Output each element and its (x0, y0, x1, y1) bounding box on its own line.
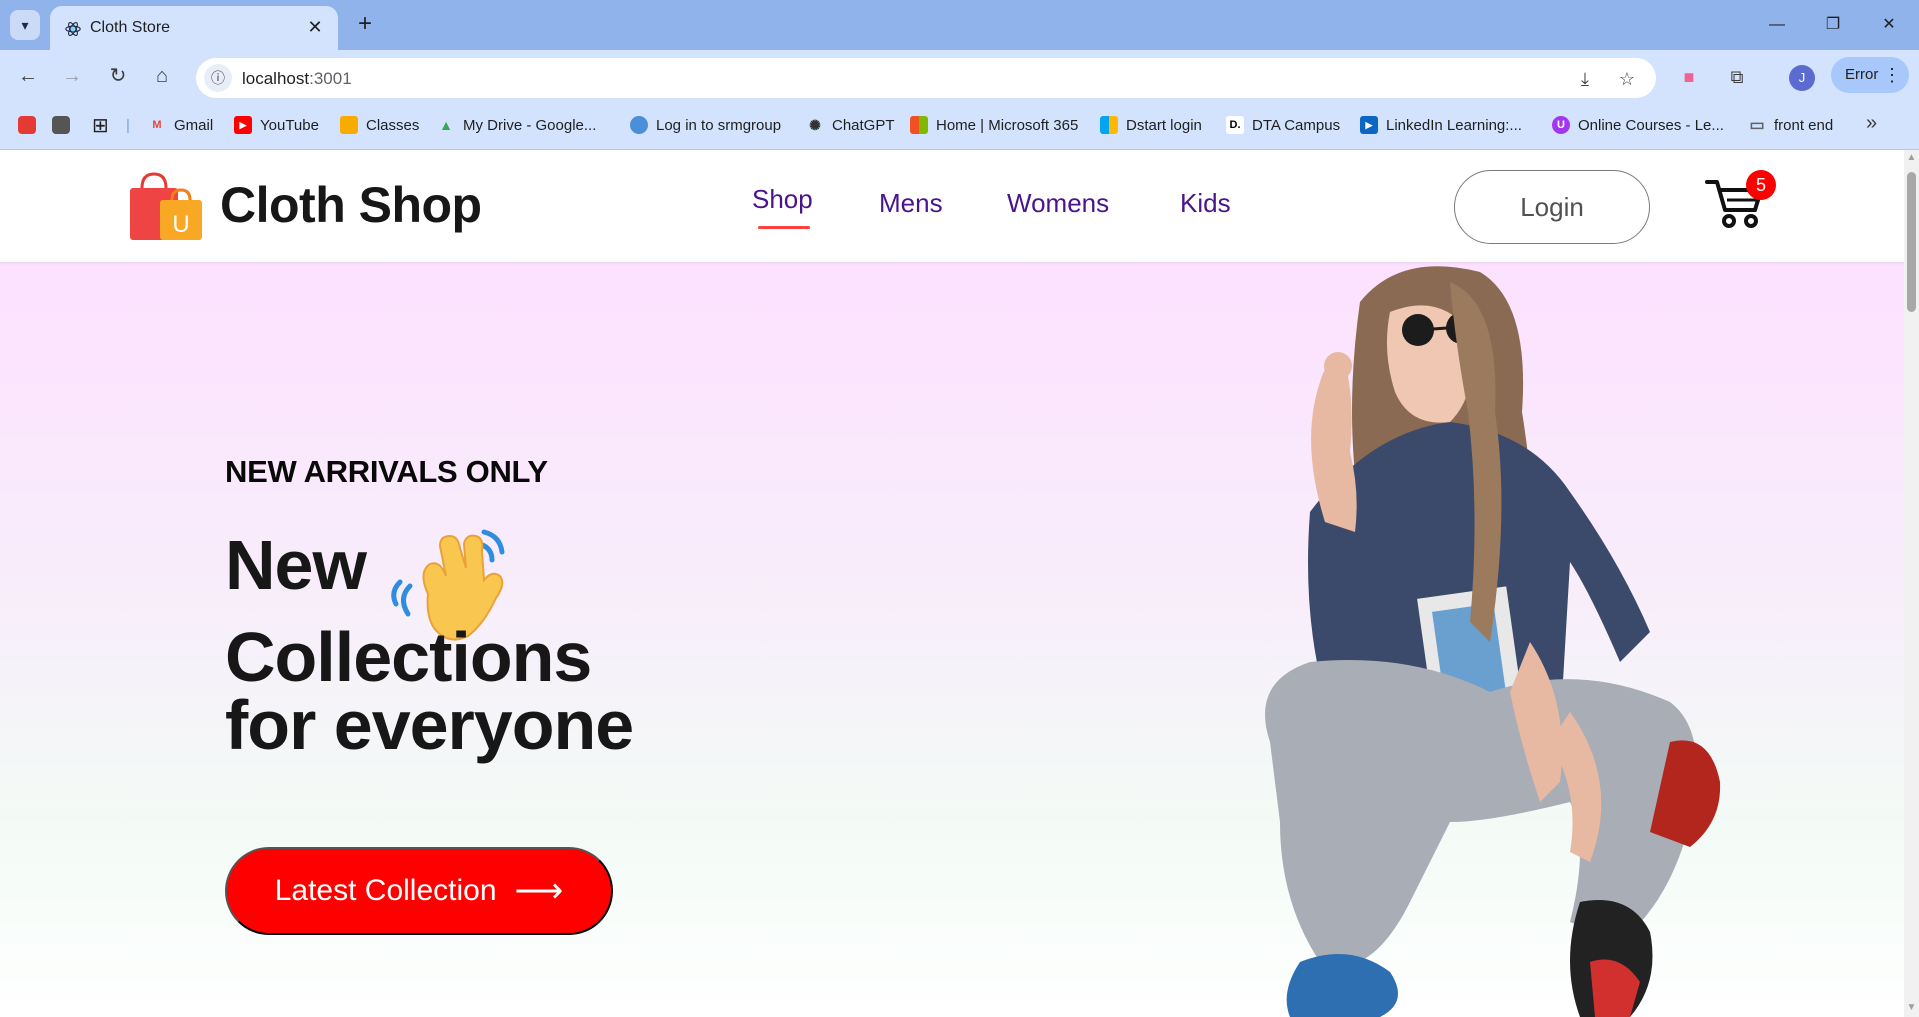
youtube-icon: ▶ (234, 116, 252, 134)
extensions-puzzle-icon[interactable]: ⧉ (1724, 64, 1750, 90)
microsoft-icon (1100, 116, 1118, 134)
more-bookmarks-icon[interactable]: » (1866, 112, 1877, 135)
hero-tagline: NEW ARRIVALS ONLY (225, 454, 548, 489)
tab-close-icon[interactable]: ✕ (304, 16, 326, 38)
bookmark-microsoft-365[interactable]: Home | Microsoft 365 (910, 114, 1078, 136)
chatgpt-icon: ✺ (809, 116, 821, 133)
latest-collection-button[interactable]: Latest Collection ⟶ (225, 847, 613, 935)
profile-avatar[interactable]: J (1789, 65, 1815, 91)
hero-title-line-2: Collections (225, 618, 592, 696)
svg-text:U: U (172, 211, 189, 238)
drive-icon: ▲ (439, 117, 453, 133)
browser-tab-strip: ▾ Cloth Store ✕ + — ❐ ✕ (0, 0, 1919, 50)
tab-title: Cloth Store (90, 19, 171, 36)
red-app-icon[interactable] (18, 116, 36, 134)
bookmark-srmgroup[interactable]: Log in to srmgroup (630, 114, 781, 136)
bookmark-linkedin-learning[interactable]: ▶ LinkedIn Learning:... (1360, 114, 1522, 136)
address-bar[interactable]: ⓘ localhost:3001 ⤓ ☆ (196, 58, 1656, 98)
bookmark-my-drive[interactable]: ▲ My Drive - Google... (437, 114, 596, 136)
scrollbar-thumb[interactable] (1907, 172, 1916, 312)
login-button[interactable]: Login (1454, 170, 1650, 244)
browser-tab-active[interactable]: Cloth Store ✕ (50, 6, 338, 50)
brand-name[interactable]: Cloth Shop (220, 176, 482, 234)
browser-menu-icon: ⋮ (1883, 65, 1901, 85)
error-status-button[interactable]: Error ⋮ (1831, 57, 1909, 93)
page-scrollbar[interactable]: ▲ ▼ (1904, 150, 1919, 1017)
react-favicon-icon (65, 22, 81, 36)
scroll-down-icon[interactable]: ▼ (1906, 1002, 1917, 1013)
apps-grid-icon[interactable]: ⊞ (92, 114, 109, 137)
arrow-right-icon: ⟶ (514, 872, 564, 910)
site-info-icon[interactable]: ⓘ (204, 64, 232, 92)
latest-collection-label: Latest Collection (274, 874, 497, 907)
address-url[interactable]: localhost:3001 (242, 69, 352, 89)
udemy-icon: U (1552, 116, 1570, 134)
linkedin-learning-icon: ▶ (1360, 116, 1378, 134)
gmail-icon: M (152, 119, 162, 131)
bookmark-dstart[interactable]: Dstart login (1100, 114, 1202, 136)
hero-title-line-1: New (225, 526, 367, 604)
back-icon[interactable]: ← (14, 62, 42, 90)
bookmark-gmail[interactable]: M Gmail (148, 114, 213, 136)
active-menu-underline (758, 226, 810, 229)
bookmark-online-courses[interactable]: U Online Courses - Le... (1552, 114, 1724, 136)
bookmark-chatgpt[interactable]: ✺ ChatGPT (806, 114, 894, 136)
site-navbar: U Cloth Shop Shop Mens Womens Kids Login… (0, 150, 1904, 262)
microsoft-icon (910, 116, 928, 134)
hero-model-image (1265, 266, 1721, 1017)
close-window-button[interactable]: ✕ (1872, 10, 1906, 40)
bookmark-folder-front-end[interactable]: ▭ front end (1748, 114, 1833, 136)
bookmark-classes[interactable]: Classes (340, 114, 419, 136)
web-page: U Cloth Shop Shop Mens Womens Kids Login… (0, 150, 1904, 1017)
nav-link-mens[interactable]: Mens (879, 188, 943, 219)
restore-window-button[interactable]: ❐ (1816, 10, 1850, 40)
classroom-icon (340, 116, 358, 134)
bookmarks-bar: ⊞ | M Gmail ▶ YouTube Classes ▲ My Drive - … (0, 100, 1919, 150)
browser-toolbar: ← → ↻ ⌂ ⓘ localhost:3001 ⤓ ☆ ■ ⧉ J Error… (0, 50, 1919, 100)
home-icon[interactable]: ⌂ (148, 62, 176, 90)
reload-icon[interactable]: ↻ (104, 62, 132, 90)
nav-link-shop[interactable]: Shop (752, 184, 813, 215)
dark-app-icon[interactable] (52, 116, 70, 134)
extension-colorful-icon[interactable]: ■ (1676, 64, 1702, 90)
install-app-icon[interactable]: ⤓ (1572, 66, 1598, 92)
shopping-bag-logo-icon: U (130, 172, 202, 240)
nav-link-kids[interactable]: Kids (1180, 188, 1231, 219)
minimize-window-button[interactable]: — (1760, 10, 1794, 40)
bookmark-star-icon[interactable]: ☆ (1614, 66, 1640, 92)
cart-count-badge: 5 (1746, 170, 1776, 200)
dta-icon: D. (1226, 116, 1244, 134)
nav-link-womens[interactable]: Womens (1007, 188, 1109, 219)
bookmark-dta-campus[interactable]: D. DTA Campus (1226, 114, 1340, 136)
folder-icon: ▭ (1749, 117, 1765, 134)
bookmark-youtube[interactable]: ▶ YouTube (234, 114, 319, 136)
tab-search-button[interactable]: ▾ (10, 10, 40, 40)
forward-icon[interactable]: → (58, 62, 86, 90)
hero-section: NEW ARRIVALS ONLY New Collections for ev… (0, 262, 1904, 1017)
new-tab-button[interactable]: + (352, 12, 378, 38)
scroll-up-icon[interactable]: ▲ (1906, 152, 1917, 163)
srmgroup-icon (630, 116, 648, 134)
hero-title-line-3: for everyone (225, 686, 634, 764)
bookmarks-separator: | (126, 116, 130, 134)
